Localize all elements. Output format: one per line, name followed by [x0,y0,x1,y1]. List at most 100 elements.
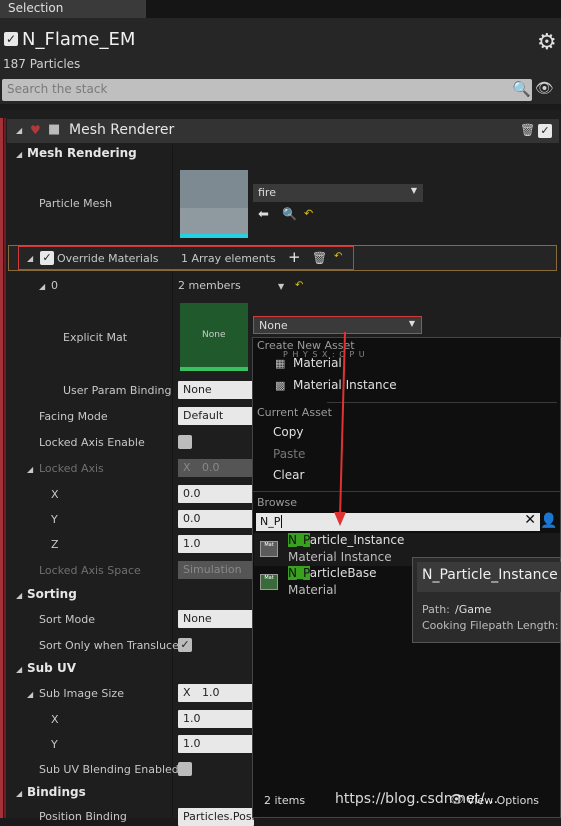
material-thumbnail[interactable]: None [180,303,248,371]
watermark-text: https://blog.csdn.net/... [335,791,499,807]
override-materials-count: 1 Array elements [181,252,276,265]
category-bindings: Bindings [27,785,86,799]
sort-mode-dropdown[interactable]: None [178,610,254,628]
mesh-thumbnail[interactable] [180,170,248,238]
reset-to-default-icon[interactable]: ↶ [295,280,303,291]
clear-search-icon[interactable]: ✕ [524,512,536,528]
locked-axis-label: Locked Axis [39,462,104,475]
sub-image-x-value: 1.0 [202,686,220,699]
collapse-triangle-icon[interactable]: ◢ [16,126,22,135]
category-sorting: Sorting [27,587,77,601]
eye-icon[interactable]: 👁 [535,79,554,97]
locked-axis-x-input[interactable]: 0.0 [178,485,254,503]
locked-axis-x-value: 0.0 [202,461,220,474]
collapse-triangle-icon[interactable]: ◢ [16,591,22,600]
asset-search-input[interactable]: N_P ✕ [256,512,540,531]
copy-item[interactable]: Copy [273,425,303,439]
locked-axis-x-field[interactable]: X 0.0 [178,459,254,477]
delete-icon[interactable]: 🗑 [312,251,327,265]
user-param-label: User Param Binding [63,384,172,397]
renderer-title: Mesh Renderer [69,122,175,138]
separator [253,491,560,492]
locked-axis-z-input[interactable]: 1.0 [178,535,254,553]
locked-axis-space-dropdown[interactable]: Simulation [178,561,254,579]
sub-image-size-x-field[interactable]: X 1.0 [178,684,254,702]
result-name-rest: articleBase [309,566,377,580]
collapse-triangle-icon[interactable]: ◢ [27,690,33,699]
search-icon[interactable]: 🔍 [512,80,531,98]
material-icon: ▦ [275,357,286,370]
collapse-triangle-icon[interactable]: ◢ [16,150,22,159]
particle-count: 187 Particles [3,57,81,71]
separator [327,402,557,403]
result-name[interactable]: N_ParticleBase [288,566,377,580]
result-name-rest: article_Instance [309,533,405,547]
particle-mesh-dropdown[interactable]: fire ▼ [253,184,423,202]
browse-header: Browse [257,496,298,509]
particle-mesh-label: Particle Mesh [39,197,113,210]
gear-icon[interactable]: ⚙ [537,30,557,55]
tooltip-path-value: /Game [455,603,492,616]
x-prefix: X [183,461,191,474]
user-filter-icon[interactable]: 👤 [540,513,557,529]
category-mesh-rendering: Mesh Rendering [27,146,137,160]
locked-axis-y-input[interactable]: 0.0 [178,510,254,528]
sort-mode-label: Sort Mode [39,613,96,626]
use-selected-arrow-icon[interactable]: ⬅ [258,207,269,222]
asset-tooltip: N_Particle_Instance Path: /Game Cooking … [412,557,561,643]
reset-to-default-icon[interactable]: ↶ [304,207,313,220]
x-prefix: X [183,686,191,699]
facing-mode-dropdown[interactable]: Default [178,407,254,425]
chevron-down-icon: ▼ [410,186,417,195]
collapse-triangle-icon[interactable]: ◢ [27,254,33,263]
browse-magnifier-icon[interactable]: 🔍 [282,207,297,221]
element-members-label: 2 members [178,279,241,292]
search-input[interactable]: Search the stack [2,79,532,101]
sub-image-x-input[interactable]: 1.0 [178,710,254,728]
result-type: Material [288,583,337,597]
locked-axis-enable-checkbox[interactable] [178,435,192,449]
emitter-enable-checkbox[interactable]: ✓ [4,32,18,46]
result-name: N_Particle_Instance [288,533,404,547]
category-sub-uv: Sub UV [27,661,76,675]
sort-only-checkbox[interactable]: ✓ [178,638,192,652]
delete-icon[interactable]: 🗑 [520,123,535,137]
emitter-inner-strip [4,118,6,818]
facing-mode-label: Facing Mode [39,410,108,423]
sort-only-label: Sort Only when Transluce [39,639,179,652]
locked-axis-y-label: Y [51,513,58,526]
tab-selection[interactable]: Selection [0,0,146,18]
collapse-triangle-icon[interactable]: ◢ [16,789,22,798]
sub-image-size-label: Sub Image Size [39,687,124,700]
override-materials-checkbox[interactable]: ✓ [40,251,54,265]
chevron-down-icon[interactable]: ▼ [278,282,284,291]
collapse-triangle-icon[interactable]: ◢ [27,465,33,474]
sub-uv-blend-label: Sub UV Blending Enabled [39,763,179,776]
clear-item[interactable]: Clear [273,468,304,482]
override-materials-label: Override Materials [57,252,159,265]
collapse-triangle-icon[interactable]: ◢ [39,282,45,291]
emitter-color-strip [0,118,3,818]
sub-uv-blend-checkbox[interactable] [178,762,192,776]
emitter-title: N_Flame_EM [22,29,136,50]
paste-item[interactable]: Paste [273,447,305,461]
collapse-triangle-icon[interactable]: ◢ [16,665,22,674]
position-binding-dropdown[interactable]: Particles.Posit [178,808,259,826]
annotation-arrow [334,331,346,526]
user-param-dropdown[interactable]: None [178,381,254,399]
add-element-icon[interactable]: + [288,248,301,266]
sub-image-x-label: X [51,713,59,726]
tooltip-cook-label: Cooking Filepath Length: [422,619,559,632]
position-binding-label: Position Binding [39,810,127,823]
material-icon: Mat [260,574,278,590]
sub-image-y-input[interactable]: 1.0 [178,735,254,753]
reset-to-default-icon[interactable]: ↶ [334,251,342,262]
renderer-enable-checkbox[interactable]: ✓ [538,124,552,138]
mesh-cube-icon: ■ [48,122,61,137]
locked-axis-enable-label: Locked Axis Enable [39,436,145,449]
tooltip-title: N_Particle_Instance [422,567,558,583]
material-thumbnail-text: None [202,330,226,340]
result-type: Material Instance [288,550,392,564]
locked-axis-x-label: X [51,488,59,501]
locked-axis-space-label: Locked Axis Space [39,564,141,577]
